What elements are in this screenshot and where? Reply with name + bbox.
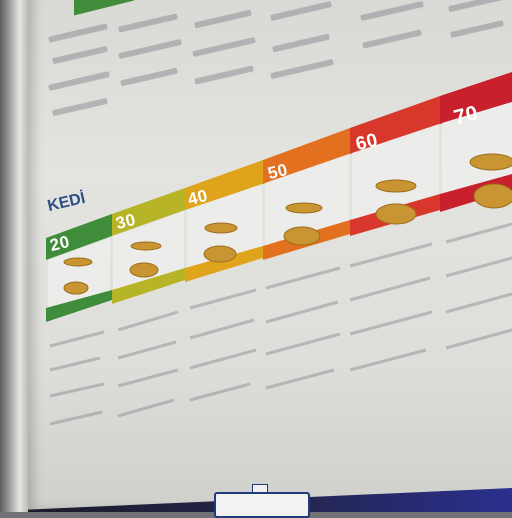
weight-band-graphic: [46, 72, 512, 426]
brand-logo: [214, 492, 310, 518]
